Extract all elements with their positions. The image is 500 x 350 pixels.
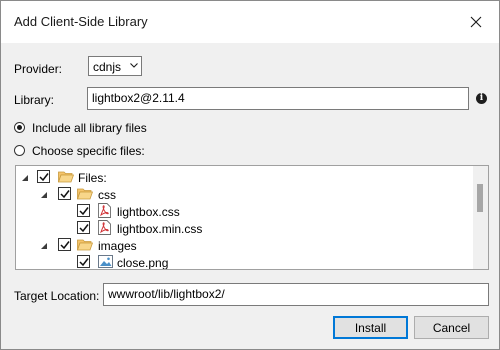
lightbox-css-checkbox[interactable] xyxy=(77,204,90,217)
info-icon[interactable]: i xyxy=(476,93,487,104)
provider-select[interactable]: cdnjs xyxy=(88,56,142,76)
target-location-label: Target Location: xyxy=(14,289,100,303)
lightbox-min-css-label: lightbox.min.css xyxy=(117,222,203,236)
collapse-arrow-icon[interactable] xyxy=(22,175,28,181)
folder-open-icon xyxy=(77,239,93,251)
close-icon xyxy=(470,16,482,28)
tree-node-close-png[interactable]: close.png xyxy=(16,254,471,270)
library-field-box xyxy=(87,87,469,110)
provider-label: Provider: xyxy=(14,62,63,76)
files-label: Files: xyxy=(78,171,107,185)
title-bar: Add Client-Side Library xyxy=(1,1,499,43)
close-png-label: close.png xyxy=(117,256,169,270)
files-checkbox[interactable] xyxy=(37,170,50,183)
tree-scrollbar[interactable] xyxy=(473,166,488,269)
target-location-box xyxy=(103,283,489,306)
include-all-label: Include all library files xyxy=(32,121,147,135)
images-folder-label: images xyxy=(98,239,137,253)
lightbox-css-label: lightbox.css xyxy=(117,205,180,219)
dialog-title: Add Client-Side Library xyxy=(14,14,148,29)
choose-specific-label: Choose specific files: xyxy=(32,144,145,158)
images-checkbox[interactable] xyxy=(58,238,71,251)
collapse-arrow-icon[interactable] xyxy=(41,192,47,198)
library-label: Library: xyxy=(14,93,55,107)
checkmark-icon xyxy=(79,258,89,267)
install-button[interactable]: Install xyxy=(333,316,408,339)
close-png-checkbox[interactable] xyxy=(77,255,90,268)
collapse-arrow-icon[interactable] xyxy=(41,243,47,249)
tree-node-lightbox-css[interactable]: lightbox.css xyxy=(16,203,471,220)
provider-value: cdnjs xyxy=(93,60,122,74)
folder-open-icon xyxy=(77,188,93,200)
checkmark-icon xyxy=(60,190,70,199)
tree-node-css[interactable]: css xyxy=(16,186,471,203)
css-checkbox[interactable] xyxy=(58,187,71,200)
tree-node-lightbox-min-css[interactable]: lightbox.min.css xyxy=(16,220,471,237)
pdf-file-icon xyxy=(98,220,111,235)
cancel-button[interactable]: Cancel xyxy=(414,316,489,339)
checkmark-icon xyxy=(79,224,89,233)
css-folder-label: css xyxy=(98,188,116,202)
install-button-label: Install xyxy=(354,320,387,335)
include-all-radio[interactable] xyxy=(14,122,25,133)
tree-node-files[interactable]: Files: xyxy=(16,169,471,186)
checkmark-icon xyxy=(39,173,49,182)
dialog-window: Add Client-Side Library Provider: cdnjs … xyxy=(0,0,500,350)
lightbox-min-css-checkbox[interactable] xyxy=(77,221,90,234)
target-location-input[interactable] xyxy=(108,286,473,302)
image-file-icon xyxy=(98,255,113,268)
tree-node-images[interactable]: images xyxy=(16,237,471,254)
file-tree[interactable]: Files: css lightbox.css lightbox.min.css… xyxy=(15,165,489,270)
checkmark-icon xyxy=(79,207,89,216)
library-input[interactable] xyxy=(92,90,453,106)
choose-specific-radio[interactable] xyxy=(14,145,25,156)
cancel-button-label: Cancel xyxy=(432,320,471,335)
scroll-thumb[interactable] xyxy=(477,184,483,212)
checkmark-icon xyxy=(60,241,70,250)
close-button[interactable] xyxy=(453,1,499,43)
pdf-file-icon xyxy=(98,203,111,218)
folder-open-icon xyxy=(58,171,74,183)
chevron-down-icon xyxy=(130,63,138,68)
